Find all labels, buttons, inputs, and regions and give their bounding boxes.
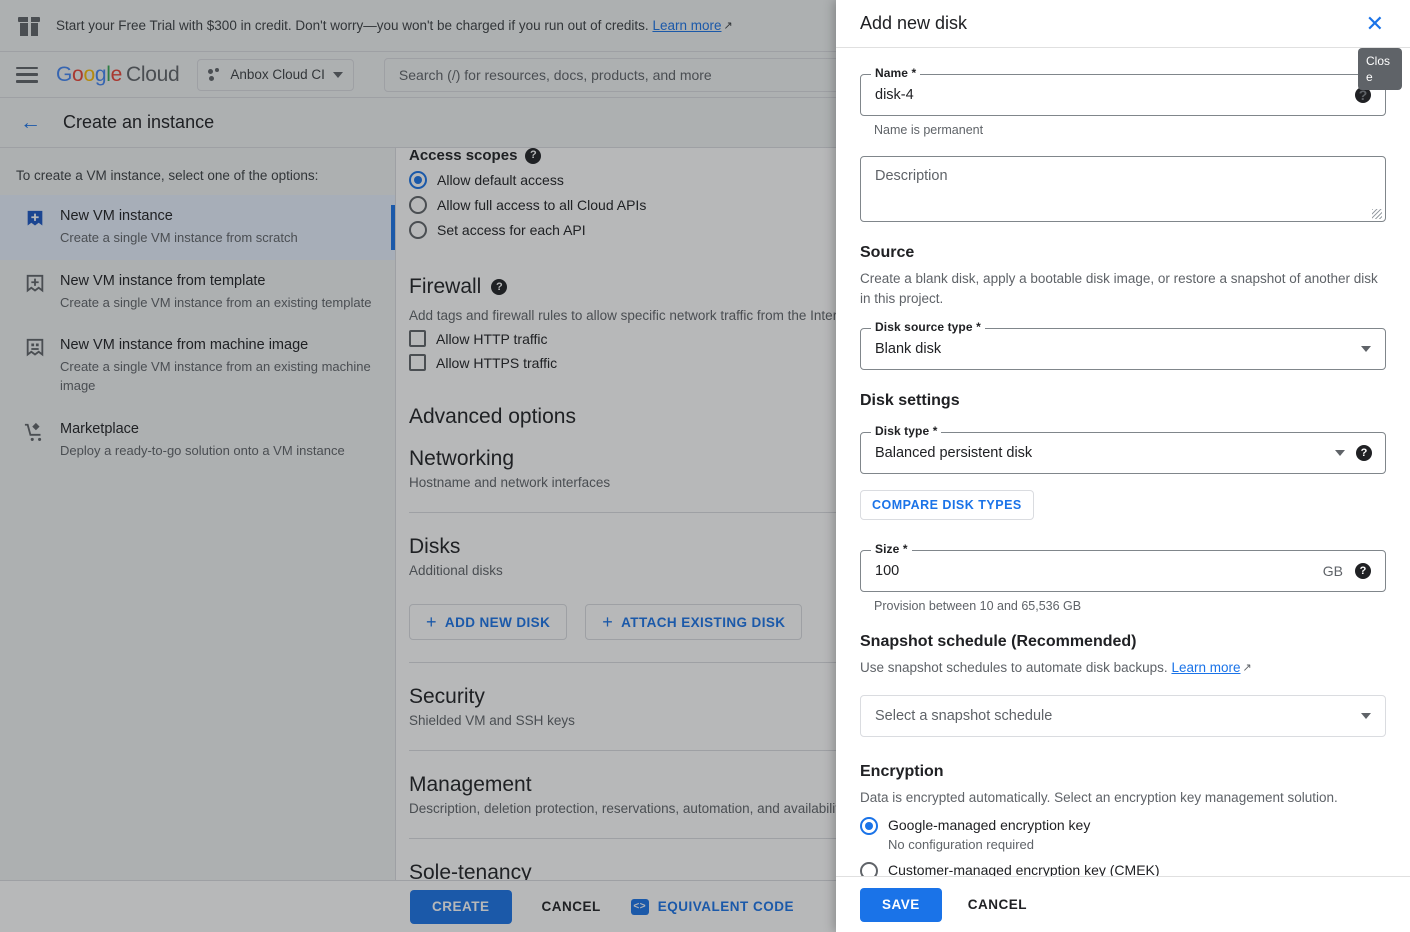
snapshot-schedule-select[interactable]: Select a snapshot schedule bbox=[860, 694, 1386, 737]
snapshot-schedule-heading: Snapshot schedule (Recommended) bbox=[860, 633, 1137, 651]
field-label: Size * bbox=[871, 542, 912, 557]
disk-size-hint: Provision between 10 and 65,536 GB bbox=[874, 599, 1082, 614]
help-icon[interactable]: ? bbox=[1356, 445, 1372, 462]
radio-label: Customer-managed encryption key (CMEK) bbox=[888, 862, 1160, 876]
close-icon[interactable]: ✕ bbox=[1362, 11, 1388, 37]
resize-handle[interactable] bbox=[1372, 209, 1382, 219]
snapshot-desc-text: Use snapshot schedules to automate disk … bbox=[860, 660, 1168, 676]
external-link-icon: ↗ bbox=[1242, 662, 1252, 675]
disk-source-type-select[interactable]: Disk source type * Blank disk bbox=[860, 320, 1386, 371]
source-desc: Create a blank disk, apply a bootable di… bbox=[860, 271, 1378, 306]
field-placeholder: Select a snapshot schedule bbox=[875, 707, 1053, 724]
panel-header: Add new disk ✕ bbox=[836, 0, 1410, 48]
disk-type-select[interactable]: Disk type * Balanced persistent disk ? bbox=[860, 424, 1386, 475]
field-value: disk-4 bbox=[875, 87, 914, 103]
help-icon[interactable]: ? bbox=[1355, 563, 1371, 580]
chevron-down-icon bbox=[1335, 450, 1345, 457]
snapshot-learn-more-link[interactable]: Learn more bbox=[1171, 660, 1240, 675]
encryption-heading: Encryption bbox=[860, 762, 944, 780]
radio-label: Google-managed encryption key bbox=[888, 817, 1091, 834]
field-label: Disk type * bbox=[871, 424, 942, 439]
compare-disk-types-button[interactable]: COMPARE DISK TYPES bbox=[860, 490, 1034, 521]
panel-footer: SAVE CANCEL bbox=[836, 876, 1410, 932]
radio-sub: No configuration required bbox=[888, 837, 1034, 853]
radio-indicator bbox=[860, 817, 878, 836]
size-unit: GB bbox=[1322, 563, 1343, 580]
snapshot-schedule-desc: Use snapshot schedules to automate disk … bbox=[860, 658, 1386, 678]
source-heading: Source bbox=[860, 244, 915, 261]
field-label: Name * bbox=[871, 66, 921, 80]
chevron-down-icon bbox=[1361, 712, 1371, 719]
field-value: 100 bbox=[875, 563, 900, 580]
save-button[interactable]: SAVE bbox=[860, 887, 942, 922]
panel-title: Add new disk bbox=[860, 13, 968, 33]
disk-size-field[interactable]: Size * 100 GB ? bbox=[860, 542, 1386, 593]
radio-customer-managed-key[interactable]: Customer-managed encryption key (CMEK) M… bbox=[860, 861, 1386, 876]
disk-description-field[interactable]: Description bbox=[860, 156, 1386, 222]
disk-settings-heading: Disk settings bbox=[860, 392, 960, 410]
panel-cancel-button[interactable]: CANCEL bbox=[956, 888, 1039, 922]
field-value: Balanced persistent disk bbox=[875, 445, 1033, 462]
add-new-disk-panel: Add new disk ✕ Close Name * disk-4 ? Nam… bbox=[836, 0, 1410, 932]
chevron-down-icon bbox=[1361, 346, 1371, 353]
disk-name-field[interactable]: Name * disk-4 ? bbox=[860, 66, 1386, 116]
radio-google-managed-key[interactable]: Google-managed encryption key No configu… bbox=[860, 816, 1386, 852]
field-placeholder: Description bbox=[875, 168, 948, 184]
radio-indicator bbox=[860, 862, 878, 876]
disk-name-hint: Name is permanent bbox=[874, 123, 984, 137]
panel-body: Name * disk-4 ? Name is permanent Descri… bbox=[836, 48, 1410, 876]
encryption-desc: Data is encrypted automatically. Select … bbox=[860, 789, 1338, 805]
field-label: Disk source type * bbox=[871, 320, 985, 335]
field-value: Blank disk bbox=[875, 341, 942, 358]
close-tooltip: Close bbox=[1358, 48, 1402, 91]
